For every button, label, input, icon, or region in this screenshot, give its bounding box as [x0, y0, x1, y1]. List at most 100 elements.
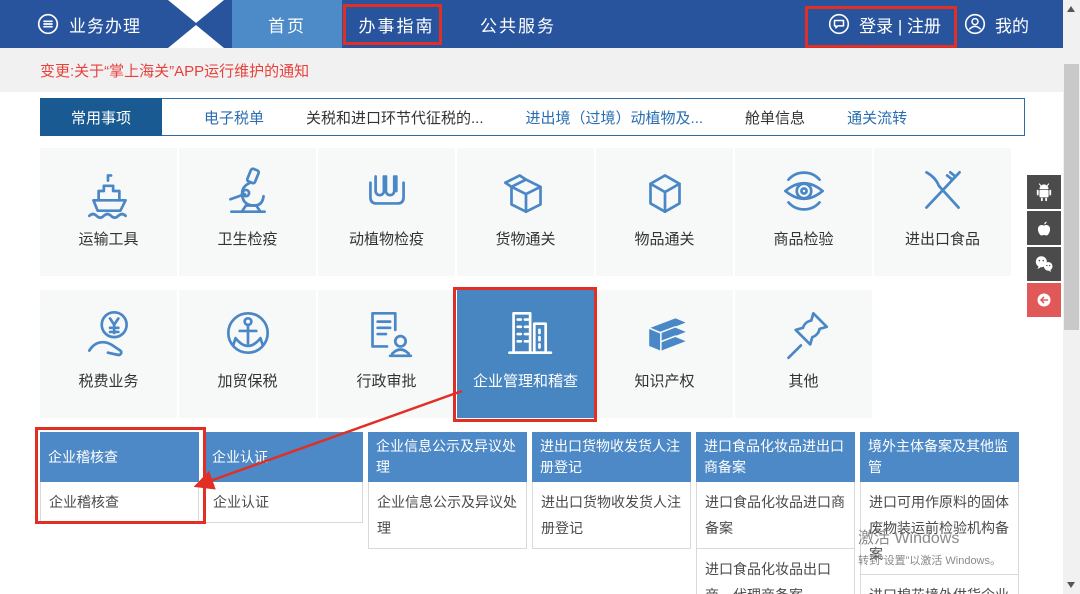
card-health-quarantine[interactable]: 卫生检疫	[179, 148, 316, 276]
customs-portal-page: 业务办理 首页 办事指南 公共服务 登录 | 注册 我的 变更:关于“	[0, 0, 1080, 594]
category-tab-common[interactable]: 常用事项	[40, 98, 162, 136]
vertical-scrollbar[interactable]	[1063, 0, 1080, 594]
card-intellectual-property[interactable]: 知识产权	[596, 290, 733, 418]
panel-item[interactable]: 进口可用作原料的固体废物装运前检验机构备案	[860, 482, 1019, 575]
panel-item[interactable]: 进口棉花境外供货企业	[860, 575, 1019, 594]
panel-food-cosmetics-filing: 进口食品化妆品进出口商备案 进口食品化妆品进口商备案 进口食品化妆品出口商、代理…	[696, 432, 855, 594]
panel-header[interactable]: 进口食品化妆品进出口商备案	[696, 432, 855, 482]
cube-icon	[636, 162, 694, 220]
scrollbar-up-arrow-icon[interactable]	[1067, 6, 1075, 12]
wechat-app-button[interactable]	[1027, 247, 1061, 281]
scrollbar-down-arrow-icon[interactable]	[1067, 582, 1075, 588]
top-nav-bar: 业务办理 首页 办事指南 公共服务 登录 | 注册 我的	[0, 0, 1063, 48]
ship-icon	[80, 162, 138, 220]
notice-link[interactable]: 变更:关于“掌上海关”APP运行维护的通知	[40, 60, 309, 81]
panel-enterprise-certification: 企业认证 企业认证	[204, 432, 363, 594]
card-label: 企业管理和稽查	[473, 370, 578, 391]
card-label: 商品检验	[773, 228, 833, 249]
apple-icon	[1031, 215, 1057, 241]
card-label: 进出口食品	[905, 228, 980, 249]
business-menu-label: 业务办理	[69, 12, 141, 37]
card-label: 卫生检疫	[217, 228, 277, 249]
panel-item[interactable]: 进口食品化妆品进口商备案	[696, 482, 855, 549]
card-goods-clearance[interactable]: 物品通关	[596, 148, 733, 276]
category-tab-tariff[interactable]: 关税和进口环节代征税的...	[306, 107, 484, 128]
panel-consignee-registration: 进出口货物收发货人注册登记 进出口货物收发货人注册登记	[532, 432, 691, 594]
test-tubes-icon	[358, 162, 416, 220]
tab-service-guide[interactable]: 办事指南	[348, 0, 445, 48]
buildings-icon	[497, 304, 555, 362]
card-other[interactable]: 其他	[735, 290, 872, 418]
panel-item[interactable]: 企业稽核查	[40, 482, 199, 523]
tab-home[interactable]: 首页	[232, 0, 342, 48]
notice-bar: 变更:关于“掌上海关”APP运行维护的通知	[0, 48, 1063, 92]
panel-header[interactable]: 企业信息公示及异议处理	[368, 432, 527, 482]
category-tab-manifest[interactable]: 舱单信息	[745, 107, 805, 128]
android-icon	[1031, 179, 1057, 205]
card-tax-business[interactable]: 税费业务	[40, 290, 177, 418]
bowtie-decoration	[168, 0, 224, 48]
card-label: 动植物检疫	[349, 228, 424, 249]
eye-icon	[775, 162, 833, 220]
tab-public-service[interactable]: 公共服务	[459, 0, 577, 48]
card-cargo-clearance[interactable]: 货物通关	[457, 148, 594, 276]
card-label: 物品通关	[634, 228, 694, 249]
panel-item[interactable]: 企业信息公示及异议处理	[368, 482, 527, 549]
card-label: 知识产权	[634, 370, 694, 391]
scrollbar-thumb[interactable]	[1064, 64, 1079, 330]
card-commodity-inspection[interactable]: 商品检验	[735, 148, 872, 276]
open-box-icon	[497, 162, 555, 220]
document-stamp-icon	[358, 304, 416, 362]
card-administrative-approval[interactable]: 行政审批	[318, 290, 455, 418]
android-app-button[interactable]	[1027, 175, 1061, 209]
card-animal-plant-quarantine[interactable]: 动植物检疫	[318, 148, 455, 276]
card-import-export-food[interactable]: 进出口食品	[874, 148, 1011, 276]
service-grid-row-2: 税费业务 加贸保税 行政审批	[40, 290, 872, 418]
card-label: 行政审批	[356, 370, 416, 391]
category-tab-etax[interactable]: 电子税单	[204, 107, 264, 128]
card-label: 其他	[788, 370, 818, 391]
microscope-icon	[219, 162, 277, 220]
login-register-label: 登录 | 注册	[859, 12, 941, 37]
side-app-strip	[1027, 175, 1061, 317]
category-tab-clearance-flow[interactable]: 通关流转	[847, 107, 907, 128]
card-label: 货物通关	[495, 228, 555, 249]
wechat-icon	[1031, 251, 1057, 277]
panel-overseas-entity-filing: 境外主体备案及其他监管 进口可用作原料的固体废物装运前检验机构备案 进口棉花境外…	[860, 432, 1019, 594]
panel-info-publicity: 企业信息公示及异议处理 企业信息公示及异议处理	[368, 432, 527, 594]
card-processing-bonded[interactable]: 加贸保税	[179, 290, 316, 418]
chat-bubble-icon	[827, 12, 851, 36]
business-menu-button[interactable]: 业务办理	[0, 0, 168, 48]
panel-header[interactable]: 境外主体备案及其他监管	[860, 432, 1019, 482]
category-tab-animal-plant[interactable]: 进出境（过境）动植物及...	[526, 107, 704, 128]
panel-header[interactable]: 企业稽核查	[40, 432, 199, 482]
books-icon	[636, 304, 694, 362]
card-enterprise-management-audit[interactable]: 企业管理和稽查	[457, 290, 594, 418]
category-tab-strip: 常用事项 电子税单 关税和进口环节代征税的... 进出境（过境）动植物及... …	[40, 98, 1025, 136]
service-grid-row-1: 运输工具 卫生检疫 动植物检疫	[40, 148, 1011, 276]
hand-coin-icon	[80, 304, 138, 362]
panel-header[interactable]: 企业认证	[204, 432, 363, 482]
apple-app-button[interactable]	[1027, 211, 1061, 245]
panel-enterprise-audit: 企业稽核查 企业稽核查	[40, 432, 199, 594]
panel-header[interactable]: 进出口货物收发货人注册登记	[532, 432, 691, 482]
back-button[interactable]	[1027, 283, 1061, 317]
panel-item[interactable]: 企业认证	[204, 482, 363, 523]
back-arrow-icon	[1031, 287, 1057, 313]
header-spacer	[577, 0, 827, 48]
user-icon	[963, 12, 987, 36]
hamburger-menu-icon	[36, 12, 60, 36]
anchor-icon	[219, 304, 277, 362]
my-account-button[interactable]: 我的	[963, 0, 1029, 48]
service-panels: 企业稽核查 企业稽核查 企业认证 企业认证 企业信息公示及异议处理 企业信息公示…	[40, 432, 1019, 594]
my-account-label: 我的	[995, 12, 1029, 37]
panel-item[interactable]: 进口食品化妆品出口商、代理商备案	[696, 549, 855, 594]
pushpin-icon	[775, 304, 833, 362]
utensils-icon	[914, 162, 972, 220]
card-label: 加贸保税	[217, 370, 277, 391]
card-label: 税费业务	[78, 370, 138, 391]
panel-item[interactable]: 进出口货物收发货人注册登记	[532, 482, 691, 549]
login-register-button[interactable]: 登录 | 注册	[827, 0, 941, 48]
card-label: 运输工具	[78, 228, 138, 249]
card-transport-tools[interactable]: 运输工具	[40, 148, 177, 276]
